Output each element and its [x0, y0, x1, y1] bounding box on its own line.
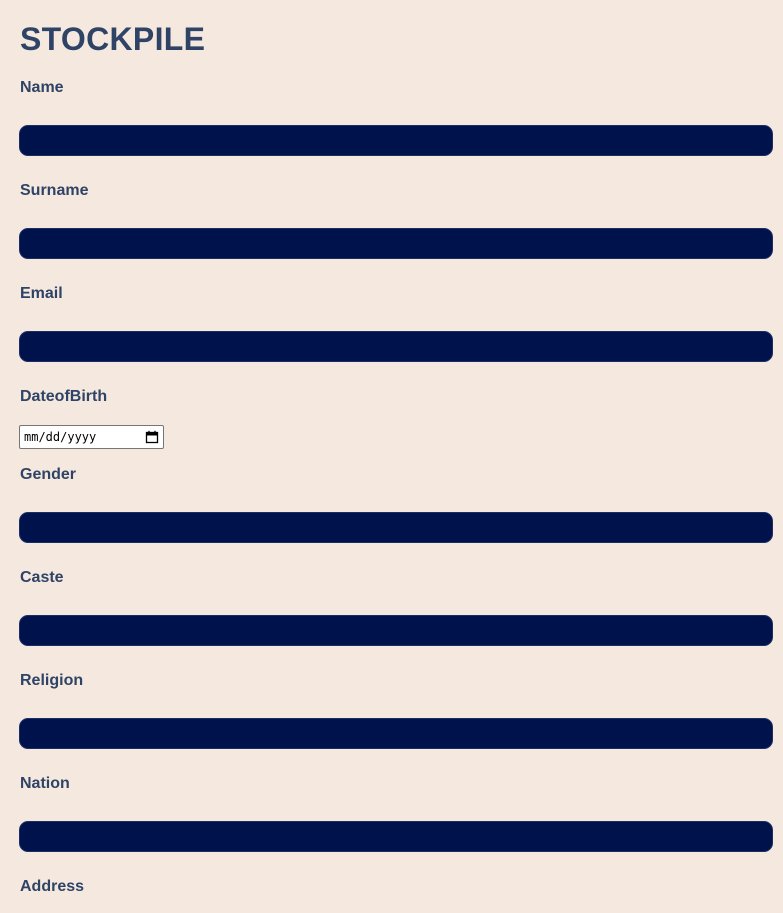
religion-label: Religion [20, 672, 84, 689]
address-label: Address [20, 878, 85, 895]
calendar-icon[interactable] [145, 430, 159, 444]
date-of-birth-field[interactable]: mm/dd/yyyy [19, 425, 164, 449]
email-field[interactable] [19, 331, 773, 362]
surname-label: Surname [20, 182, 89, 199]
date-of-birth-label: DateofBirth [20, 388, 108, 405]
caste-label: Caste [20, 569, 64, 586]
email-label: Email [20, 285, 63, 302]
name-label: Name [20, 79, 64, 96]
nation-label: Nation [20, 775, 70, 792]
gender-label: Gender [20, 466, 77, 483]
gender-field[interactable] [19, 512, 773, 543]
app-title: STOCKPILE [20, 21, 206, 57]
date-placeholder: mm/dd/yyyy [24, 430, 97, 444]
caste-field[interactable] [19, 615, 773, 646]
nation-field[interactable] [19, 821, 773, 852]
religion-field[interactable] [19, 718, 773, 749]
surname-field[interactable] [19, 228, 773, 259]
name-field[interactable] [19, 125, 773, 156]
